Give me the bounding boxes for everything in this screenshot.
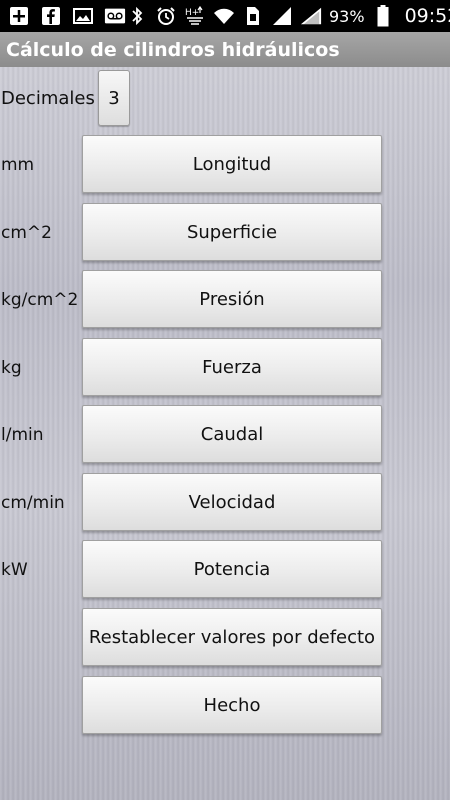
superficie-button[interactable]: Superficie — [82, 203, 382, 261]
battery-percent: 93% — [329, 6, 365, 26]
add-icon — [8, 6, 30, 26]
sim-icon — [242, 6, 264, 26]
unit-label-superficie: cm^2 — [1, 223, 52, 243]
longitud-button[interactable]: Longitud — [82, 135, 382, 193]
done-button[interactable]: Hecho — [82, 676, 382, 734]
hplus-signal-icon: H+ — [184, 6, 206, 26]
page-title: Cálculo de cilindros hidráulicos — [6, 38, 340, 61]
reset-defaults-button[interactable]: Restablecer valores por defecto — [82, 608, 382, 666]
image-icon — [72, 6, 94, 26]
potencia-button[interactable]: Potencia — [82, 540, 382, 598]
alarm-icon — [155, 6, 177, 26]
voicemail-icon — [104, 6, 126, 26]
svg-text:H+: H+ — [185, 8, 199, 18]
bluetooth-icon — [126, 6, 148, 26]
title-bar: Cálculo de cilindros hidráulicos — [0, 32, 450, 67]
unit-label-fuerza: kg — [1, 358, 22, 378]
unit-label-velocidad: cm/min — [1, 493, 65, 513]
unit-label-presion: kg/cm^2 — [1, 290, 79, 310]
facebook-icon — [40, 6, 62, 26]
battery-icon — [372, 5, 394, 27]
clock: 09:52 — [404, 5, 450, 27]
velocidad-button[interactable]: Velocidad — [82, 473, 382, 531]
unit-label-caudal: l/min — [1, 425, 44, 445]
signal-strength-icon — [300, 6, 322, 26]
unit-label-longitud: mm — [1, 155, 35, 175]
signal-icon — [271, 6, 293, 26]
presion-button[interactable]: Presión — [82, 270, 382, 328]
decimals-label: Decimales — [1, 88, 95, 109]
fuerza-button[interactable]: Fuerza — [82, 338, 382, 396]
unit-label-potencia: kW — [1, 560, 28, 580]
status-bar: H+ 93% 09:52 — [0, 0, 450, 32]
decimals-spinner[interactable]: 3 — [98, 70, 130, 126]
wifi-icon — [213, 6, 235, 26]
caudal-button[interactable]: Caudal — [82, 405, 382, 463]
